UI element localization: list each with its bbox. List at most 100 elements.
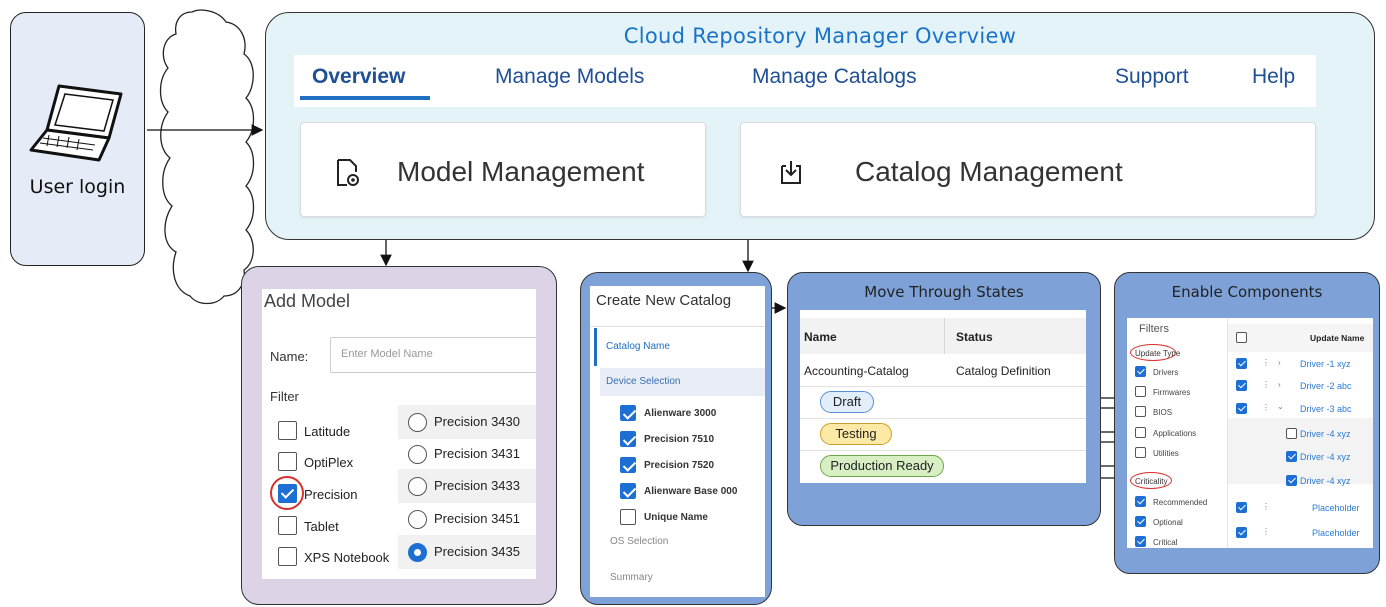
criticality-checkbox[interactable] bbox=[1135, 496, 1146, 507]
update-checkbox[interactable] bbox=[1236, 358, 1247, 369]
criticality-checkbox[interactable] bbox=[1135, 536, 1146, 547]
model-row[interactable]: Precision 3433 bbox=[398, 469, 536, 503]
step-os-selection[interactable]: OS Selection bbox=[610, 536, 668, 547]
row-menu-icon[interactable]: ⋮ bbox=[1262, 527, 1270, 536]
name-label: Name: bbox=[270, 349, 309, 364]
filter-tablet-checkbox[interactable] bbox=[278, 516, 297, 535]
model-radio[interactable] bbox=[408, 477, 427, 496]
catalog-row-status: Catalog Definition bbox=[956, 364, 1051, 378]
model-management-title: Model Management bbox=[397, 156, 645, 187]
nav-help[interactable]: Help bbox=[1252, 65, 1295, 89]
expand-chevron-icon[interactable]: › bbox=[1278, 358, 1281, 367]
device-checkbox[interactable] bbox=[620, 431, 636, 447]
filter-latitude-label: Latitude bbox=[304, 424, 351, 439]
filter-xps-label: XPS Notebook bbox=[304, 550, 390, 565]
nav-overview[interactable]: Overview bbox=[312, 65, 405, 89]
update-name[interactable]: Driver -4 xyz bbox=[1300, 476, 1351, 486]
model-radio[interactable] bbox=[408, 445, 427, 464]
device-label: Precision 7510 bbox=[644, 434, 715, 445]
overview-title: Cloud Repository Manager Overview bbox=[623, 24, 1017, 48]
filter-latitude-checkbox[interactable] bbox=[278, 421, 297, 440]
add-model-title: Add Model bbox=[264, 291, 351, 311]
criticality-option: Optional bbox=[1153, 518, 1183, 527]
precision-highlight bbox=[270, 476, 304, 510]
states-table: Name Status Accounting-Catalog Catalog D… bbox=[800, 310, 1086, 483]
filter-label: Filter bbox=[270, 389, 299, 404]
update-checkbox[interactable] bbox=[1236, 380, 1247, 391]
collapse-chevron-icon[interactable]: ⌄ bbox=[1277, 402, 1284, 411]
update-type-checkbox[interactable] bbox=[1135, 406, 1146, 417]
step-summary[interactable]: Summary bbox=[610, 572, 653, 583]
catalog-download-icon bbox=[781, 161, 801, 184]
row-menu-icon[interactable]: ⋮ bbox=[1262, 380, 1270, 389]
model-radio[interactable] bbox=[408, 413, 427, 432]
components-list: Filters Update Type Drivers Firmwares BI… bbox=[1127, 318, 1373, 548]
row-menu-icon[interactable]: ⋮ bbox=[1262, 358, 1270, 367]
expand-chevron-icon[interactable]: › bbox=[1278, 380, 1281, 389]
model-row-selected[interactable]: Precision 3435 bbox=[398, 535, 536, 569]
model-label: Precision 3435 bbox=[434, 544, 520, 559]
device-checkbox[interactable] bbox=[620, 483, 636, 499]
filter-optiplex-checkbox[interactable] bbox=[278, 452, 297, 471]
model-management-card[interactable]: Model Management bbox=[300, 122, 706, 217]
nav-manage-catalogs[interactable]: Manage Catalogs bbox=[752, 65, 917, 89]
update-type-option: Firmwares bbox=[1153, 388, 1191, 397]
update-type-checkbox[interactable] bbox=[1135, 366, 1146, 377]
filter-xps-checkbox[interactable] bbox=[278, 547, 297, 566]
model-label: Precision 3431 bbox=[434, 446, 520, 461]
laptop-icon bbox=[29, 84, 123, 162]
new-catalog-title: Create New Catalog bbox=[596, 292, 732, 309]
update-name[interactable]: Driver -1 xyz bbox=[1300, 359, 1351, 369]
update-name[interactable]: Driver -3 abc bbox=[1300, 404, 1352, 414]
filters-label: Filters bbox=[1139, 323, 1169, 335]
update-name[interactable]: Placeholder bbox=[1312, 503, 1360, 513]
update-type-checkbox[interactable] bbox=[1135, 386, 1146, 397]
sub-update-checkbox[interactable] bbox=[1286, 475, 1297, 486]
catalog-management-card[interactable]: Catalog Management bbox=[740, 122, 1316, 217]
model-name-input[interactable]: Enter Model Name bbox=[330, 337, 536, 373]
state-draft-pill[interactable]: Draft bbox=[820, 391, 874, 413]
update-name[interactable]: Driver -2 abc bbox=[1300, 381, 1352, 391]
update-type-checkbox[interactable] bbox=[1135, 447, 1146, 458]
update-checkbox[interactable] bbox=[1236, 527, 1247, 538]
row-menu-icon[interactable]: ⋮ bbox=[1262, 502, 1270, 511]
model-radio-selected[interactable] bbox=[408, 543, 427, 562]
model-row[interactable]: Precision 3430 bbox=[398, 405, 536, 439]
col-name-header: Name bbox=[804, 330, 837, 344]
update-type-option: Applications bbox=[1153, 429, 1197, 438]
select-all-checkbox[interactable] bbox=[1236, 332, 1247, 343]
state-testing-pill[interactable]: Testing bbox=[820, 423, 892, 445]
sub-update-checkbox[interactable] bbox=[1286, 451, 1297, 462]
device-checkbox[interactable] bbox=[620, 457, 636, 473]
update-name[interactable]: Driver -4 xyz bbox=[1300, 452, 1351, 462]
criticality-option: Recommended bbox=[1153, 498, 1208, 507]
cloud-shape bbox=[159, 9, 255, 305]
update-type-checkbox[interactable] bbox=[1135, 427, 1146, 438]
row-divider bbox=[800, 418, 1086, 419]
criticality-option: Critical bbox=[1153, 538, 1178, 547]
state-production-pill[interactable]: Production Ready bbox=[820, 455, 944, 477]
model-name-placeholder: Enter Model Name bbox=[341, 348, 433, 360]
nav-manage-models[interactable]: Manage Models bbox=[495, 65, 644, 89]
device-checkbox[interactable] bbox=[620, 509, 636, 525]
device-checkbox[interactable] bbox=[620, 405, 636, 421]
row-menu-icon[interactable]: ⋮ bbox=[1262, 403, 1270, 412]
top-navigation: Overview Manage Models Manage Catalogs S… bbox=[294, 55, 1316, 107]
nav-support[interactable]: Support bbox=[1115, 65, 1189, 89]
update-name[interactable]: Placeholder bbox=[1312, 528, 1360, 538]
update-checkbox[interactable] bbox=[1236, 502, 1247, 513]
device-label: Alienware Base 000 bbox=[644, 486, 738, 497]
model-radio[interactable] bbox=[408, 510, 427, 529]
update-checkbox[interactable] bbox=[1236, 403, 1247, 414]
sub-update-checkbox[interactable] bbox=[1286, 428, 1297, 439]
update-name[interactable]: Driver -4 xyz bbox=[1300, 429, 1351, 439]
active-step-marker bbox=[594, 328, 597, 366]
active-tab-underline bbox=[300, 96, 430, 100]
criticality-checkbox[interactable] bbox=[1135, 516, 1146, 527]
states-header-row: Name Status bbox=[800, 318, 1086, 354]
model-row[interactable]: Precision 3451 bbox=[398, 504, 536, 538]
step-device-selection[interactable]: Device Selection bbox=[600, 368, 765, 396]
components-title: Enable Components bbox=[1171, 283, 1323, 301]
row-divider bbox=[800, 450, 1086, 451]
step-catalog-name[interactable]: Catalog Name bbox=[606, 341, 670, 352]
